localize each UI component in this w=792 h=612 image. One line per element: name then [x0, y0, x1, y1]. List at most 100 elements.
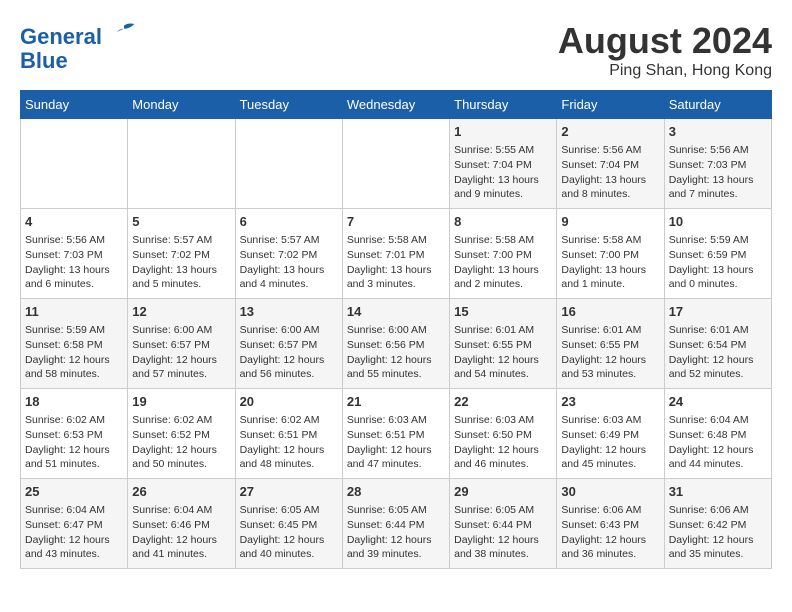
logo-text: General [20, 20, 136, 49]
day-number: 12 [132, 303, 230, 321]
day-info: Sunrise: 6:01 AM Sunset: 6:54 PM Dayligh… [669, 323, 767, 382]
calendar-cell: 20 Sunrise: 6:02 AM Sunset: 6:51 PM Dayli… [235, 389, 342, 479]
calendar-cell: 15Sunrise: 6:01 AM Sunset: 6:55 PM Dayli… [450, 299, 557, 389]
day-number: 22 [454, 393, 552, 411]
calendar-cell: 4 Sunrise: 5:56 AM Sunset: 7:03 PM Daylig… [21, 209, 128, 299]
calendar-cell: 29 Sunrise: 6:05 AM Sunset: 6:44 PM Dayli… [450, 479, 557, 569]
day-info: Sunrise: 5:56 AM Sunset: 7:04 PM Dayligh… [561, 143, 659, 202]
title-block: August 2024 Ping Shan, Hong Kong [558, 20, 772, 80]
logo: General Blue [20, 20, 136, 73]
weekday-header-thursday: Thursday [450, 91, 557, 119]
weekday-header-tuesday: Tuesday [235, 91, 342, 119]
day-info: Sunrise: 6:03 AM Sunset: 6:51 PM Dayligh… [347, 413, 445, 472]
day-info: Sunrise: 6:01 AM Sunset: 6:55 PM Dayligh… [561, 323, 659, 382]
header-row: SundayMondayTuesdayWednesdayThursdayFrid… [21, 91, 772, 119]
weekday-header-friday: Friday [557, 91, 664, 119]
day-info: Sunrise: 5:58 AM Sunset: 7:00 PM Dayligh… [561, 233, 659, 292]
day-info: Sunrise: 6:03 AM Sunset: 6:50 PM Dayligh… [454, 413, 552, 472]
calendar-week-5: 25 Sunrise: 6:04 AM Sunset: 6:47 PM Dayli… [21, 479, 772, 569]
day-info: Sunrise: 6:04 AM Sunset: 6:48 PM Dayligh… [669, 413, 767, 472]
day-number: 19 [132, 393, 230, 411]
day-number: 3 [669, 123, 767, 141]
calendar-cell: 21 Sunrise: 6:03 AM Sunset: 6:51 PM Dayli… [342, 389, 449, 479]
calendar-cell: 7Sunrise: 5:58 AM Sunset: 7:01 PM Daylig… [342, 209, 449, 299]
calendar-week-3: 11Sunrise: 5:59 AM Sunset: 6:58 PM Dayli… [21, 299, 772, 389]
day-info: Sunrise: 6:05 AM Sunset: 6:44 PM Dayligh… [454, 503, 552, 562]
calendar-cell: 2Sunrise: 5:56 AM Sunset: 7:04 PM Daylig… [557, 119, 664, 209]
day-number: 5 [132, 213, 230, 231]
day-info: Sunrise: 6:06 AM Sunset: 6:43 PM Dayligh… [561, 503, 659, 562]
day-number: 1 [454, 123, 552, 141]
day-number: 31 [669, 483, 767, 501]
calendar-cell: 16 Sunrise: 6:01 AM Sunset: 6:55 PM Dayli… [557, 299, 664, 389]
calendar-cell: 9 Sunrise: 5:58 AM Sunset: 7:00 PM Daylig… [557, 209, 664, 299]
day-info: Sunrise: 6:05 AM Sunset: 6:45 PM Dayligh… [240, 503, 338, 562]
day-number: 8 [454, 213, 552, 231]
calendar-cell: 27 Sunrise: 6:05 AM Sunset: 6:45 PM Dayli… [235, 479, 342, 569]
day-info: Sunrise: 6:02 AM Sunset: 6:52 PM Dayligh… [132, 413, 230, 472]
calendar-table: SundayMondayTuesdayWednesdayThursdayFrid… [20, 90, 772, 569]
day-number: 27 [240, 483, 338, 501]
calendar-cell: 24 Sunrise: 6:04 AM Sunset: 6:48 PM Dayli… [664, 389, 771, 479]
day-number: 21 [347, 393, 445, 411]
calendar-cell: 26Sunrise: 6:04 AM Sunset: 6:46 PM Dayli… [128, 479, 235, 569]
month-title: August 2024 [558, 20, 772, 62]
day-number: 25 [25, 483, 123, 501]
day-number: 15 [454, 303, 552, 321]
calendar-cell: 12 Sunrise: 6:00 AM Sunset: 6:57 PM Dayli… [128, 299, 235, 389]
location-subtitle: Ping Shan, Hong Kong [558, 62, 772, 80]
day-number: 14 [347, 303, 445, 321]
calendar-week-2: 4 Sunrise: 5:56 AM Sunset: 7:03 PM Daylig… [21, 209, 772, 299]
day-number: 16 [561, 303, 659, 321]
day-number: 13 [240, 303, 338, 321]
calendar-cell: 22 Sunrise: 6:03 AM Sunset: 6:50 PM Dayli… [450, 389, 557, 479]
page-header: General Blue August 2024 Ping Shan, Hong… [20, 20, 772, 80]
calendar-cell [21, 119, 128, 209]
calendar-cell: 23 Sunrise: 6:03 AM Sunset: 6:49 PM Dayli… [557, 389, 664, 479]
calendar-cell: 8 Sunrise: 5:58 AM Sunset: 7:00 PM Daylig… [450, 209, 557, 299]
day-number: 7 [347, 213, 445, 231]
day-number: 20 [240, 393, 338, 411]
day-info: Sunrise: 5:56 AM Sunset: 7:03 PM Dayligh… [669, 143, 767, 202]
calendar-cell [128, 119, 235, 209]
day-number: 18 [25, 393, 123, 411]
weekday-header-monday: Monday [128, 91, 235, 119]
calendar-cell: 10Sunrise: 5:59 AM Sunset: 6:59 PM Dayli… [664, 209, 771, 299]
day-number: 4 [25, 213, 123, 231]
day-number: 29 [454, 483, 552, 501]
day-info: Sunrise: 6:00 AM Sunset: 6:57 PM Dayligh… [132, 323, 230, 382]
calendar-cell: 18Sunrise: 6:02 AM Sunset: 6:53 PM Dayli… [21, 389, 128, 479]
calendar-cell: 6Sunrise: 5:57 AM Sunset: 7:02 PM Daylig… [235, 209, 342, 299]
calendar-body: 1Sunrise: 5:55 AM Sunset: 7:04 PM Daylig… [21, 119, 772, 569]
calendar-cell: 25 Sunrise: 6:04 AM Sunset: 6:47 PM Dayli… [21, 479, 128, 569]
day-info: Sunrise: 6:00 AM Sunset: 6:57 PM Dayligh… [240, 323, 338, 382]
logo-blue: Blue [20, 49, 136, 73]
weekday-header-sunday: Sunday [21, 91, 128, 119]
day-info: Sunrise: 6:00 AM Sunset: 6:56 PM Dayligh… [347, 323, 445, 382]
day-number: 6 [240, 213, 338, 231]
calendar-cell: 30 Sunrise: 6:06 AM Sunset: 6:43 PM Dayli… [557, 479, 664, 569]
day-info: Sunrise: 5:56 AM Sunset: 7:03 PM Dayligh… [25, 233, 123, 292]
calendar-cell: 1Sunrise: 5:55 AM Sunset: 7:04 PM Daylig… [450, 119, 557, 209]
day-info: Sunrise: 6:04 AM Sunset: 6:46 PM Dayligh… [132, 503, 230, 562]
calendar-cell [235, 119, 342, 209]
day-number: 24 [669, 393, 767, 411]
day-info: Sunrise: 6:03 AM Sunset: 6:49 PM Dayligh… [561, 413, 659, 472]
day-info: Sunrise: 6:05 AM Sunset: 6:44 PM Dayligh… [347, 503, 445, 562]
calendar-cell: 31Sunrise: 6:06 AM Sunset: 6:42 PM Dayli… [664, 479, 771, 569]
calendar-cell: 17Sunrise: 6:01 AM Sunset: 6:54 PM Dayli… [664, 299, 771, 389]
weekday-header-wednesday: Wednesday [342, 91, 449, 119]
day-number: 30 [561, 483, 659, 501]
calendar-cell: 11Sunrise: 5:59 AM Sunset: 6:58 PM Dayli… [21, 299, 128, 389]
calendar-cell: 3 Sunrise: 5:56 AM Sunset: 7:03 PM Daylig… [664, 119, 771, 209]
day-number: 9 [561, 213, 659, 231]
calendar-header: SundayMondayTuesdayWednesdayThursdayFrid… [21, 91, 772, 119]
day-number: 28 [347, 483, 445, 501]
day-number: 23 [561, 393, 659, 411]
day-info: Sunrise: 6:02 AM Sunset: 6:51 PM Dayligh… [240, 413, 338, 472]
calendar-week-4: 18Sunrise: 6:02 AM Sunset: 6:53 PM Dayli… [21, 389, 772, 479]
day-info: Sunrise: 5:59 AM Sunset: 6:59 PM Dayligh… [669, 233, 767, 292]
day-info: Sunrise: 5:58 AM Sunset: 7:00 PM Dayligh… [454, 233, 552, 292]
day-info: Sunrise: 6:04 AM Sunset: 6:47 PM Dayligh… [25, 503, 123, 562]
calendar-week-1: 1Sunrise: 5:55 AM Sunset: 7:04 PM Daylig… [21, 119, 772, 209]
